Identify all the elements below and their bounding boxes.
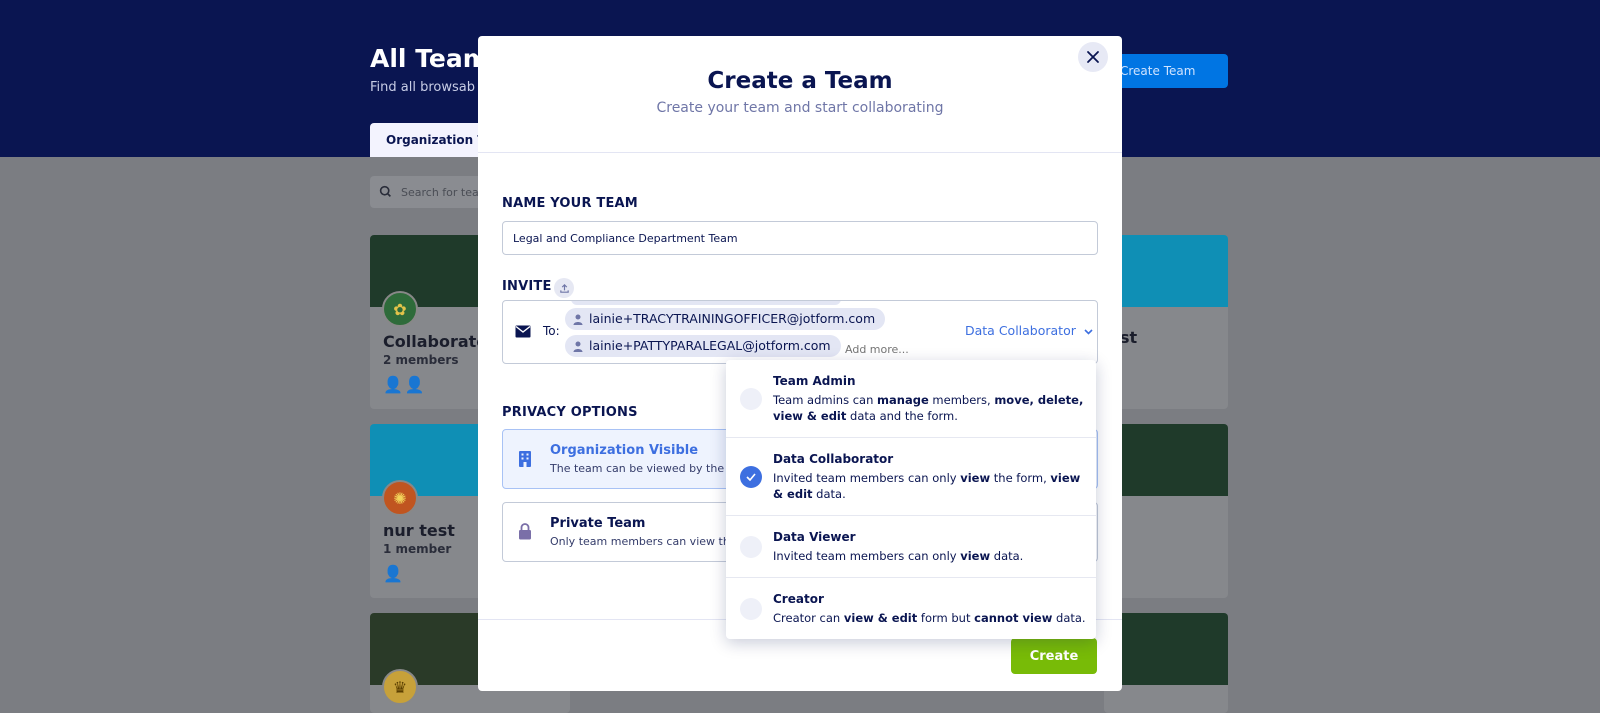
radio-unchecked[interactable] (740, 598, 762, 620)
lock-icon (519, 523, 531, 540)
team-name: st (1120, 328, 1138, 347)
user-icon (573, 314, 583, 325)
search-placeholder: Search for team (401, 186, 490, 199)
card-cover (1104, 235, 1228, 307)
modal-subtitle: Create your team and start collaborating (656, 100, 944, 116)
role-description: Creator can view & edit form but cannot … (773, 611, 1086, 625)
member-count: 1 member (383, 542, 452, 556)
trophy-icon: ♛ (382, 669, 418, 705)
member-avatars-icon: 👤 (383, 564, 405, 583)
role-name: Creator (773, 592, 824, 606)
owl-icon: ✿ (382, 291, 418, 327)
role-description: Invited team members can only view the f… (773, 471, 1081, 501)
role-select[interactable]: Data Collaborator (965, 323, 1093, 338)
chevron-down-icon (1084, 328, 1093, 335)
privacy-option-title: Organization Visible (550, 443, 699, 458)
role-dropdown-menu: Team Admin Team admins can manage member… (726, 360, 1096, 639)
invitee-chip[interactable]: lainie+PATTYPARALEGAL@jotform.com (565, 335, 841, 357)
building-icon (519, 451, 531, 467)
invite-field[interactable]: To: lainie+TRACYTRAININGOFFICER@jotform.… (502, 300, 1098, 364)
check-icon (746, 473, 756, 481)
upload-invite-list-button[interactable] (554, 278, 574, 298)
modal-title: Create a Team (707, 68, 893, 94)
invite-section-label: INVITE (502, 279, 552, 294)
card-cover (1104, 613, 1228, 685)
privacy-option-title: Private Team (550, 516, 646, 531)
team-card[interactable] (1104, 613, 1228, 713)
name-section-label: NAME YOUR TEAM (502, 196, 638, 211)
role-option-data-viewer[interactable]: Data Viewer Invited team members can onl… (726, 516, 1096, 578)
role-option-team-admin[interactable]: Team Admin Team admins can manage member… (726, 360, 1096, 438)
card-cover (1104, 424, 1228, 496)
invitee-email: lainie+PATTYPARALEGAL@jotform.com (589, 338, 831, 353)
role-description: Invited team members can only view data. (773, 549, 1024, 563)
team-card[interactable] (1104, 424, 1228, 598)
role-description: Team admins can manage members, move, de… (773, 393, 1084, 423)
mail-icon (515, 325, 531, 338)
invitee-email: lainie+TRACYTRAININGOFFICER@jotform.com (589, 311, 876, 326)
radio-unchecked[interactable] (740, 388, 762, 410)
page-subtitle: Find all browsab (370, 80, 475, 95)
radio-checked[interactable] (740, 466, 762, 488)
add-more-input[interactable] (845, 343, 955, 356)
create-button[interactable]: Create (1011, 638, 1097, 674)
team-name: nur test (383, 521, 455, 540)
invitee-chip[interactable]: lainie+TRACYTRAININGOFFICER@jotform.com (565, 308, 886, 330)
radio-unchecked[interactable] (740, 536, 762, 558)
privacy-option-description: The team can be viewed by the org (550, 462, 746, 475)
team-card[interactable]: st (1104, 235, 1228, 409)
modal-header: Create a Team Create your team and start… (478, 36, 1122, 153)
search-icon (379, 185, 391, 197)
role-option-data-collaborator[interactable]: Data Collaborator Invited team members c… (726, 438, 1096, 516)
role-name: Data Viewer (773, 530, 856, 544)
member-count: 2 members (383, 353, 459, 367)
team-name-input[interactable] (502, 221, 1098, 255)
privacy-option-description: Only team members can view the t (550, 535, 745, 548)
member-avatars-icon: 👤👤 (383, 375, 427, 394)
scrolled-invitee-chip (571, 301, 841, 305)
role-name: Team Admin (773, 374, 856, 388)
role-option-creator[interactable]: Creator Creator can view & edit form but… (726, 578, 1096, 639)
bee-icon: ✺ (382, 480, 418, 516)
role-name: Data Collaborator (773, 452, 894, 466)
upload-icon (559, 283, 569, 293)
user-icon (573, 341, 583, 352)
close-icon (1087, 51, 1099, 63)
to-label: To: (543, 324, 560, 338)
selected-role-label: Data Collaborator (965, 323, 1076, 338)
close-button[interactable] (1078, 42, 1108, 72)
privacy-section-label: PRIVACY OPTIONS (502, 405, 638, 420)
